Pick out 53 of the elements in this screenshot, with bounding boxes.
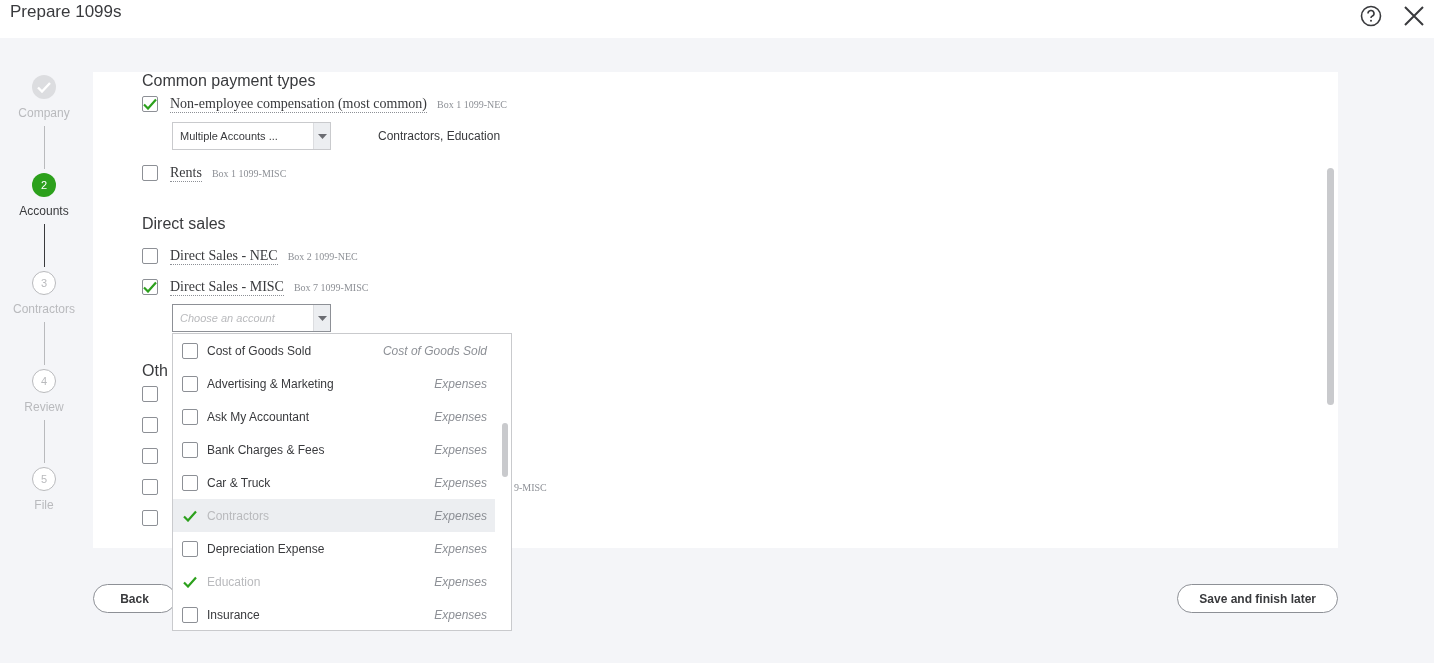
box-label: Box 2 1099-NEC — [287, 250, 358, 262]
checkbox[interactable] — [142, 248, 158, 264]
caret-icon[interactable] — [313, 123, 330, 149]
section-heading: Direct sales — [142, 215, 227, 234]
caret-icon[interactable] — [313, 305, 330, 331]
account-option[interactable]: Car & Truck Expenses — [173, 466, 495, 499]
box-label: Box 7 1099-MISC — [293, 281, 369, 293]
save-button[interactable]: Save and finish later — [1177, 584, 1338, 613]
checkbox[interactable] — [182, 342, 198, 359]
account-option[interactable]: Advertising & Marketing Expenses — [173, 367, 495, 400]
checkbox[interactable] — [142, 448, 158, 464]
checkbox[interactable] — [182, 441, 198, 458]
checkbox[interactable] — [182, 606, 198, 623]
account-option[interactable]: Cost of Goods Sold Cost of Goods Sold — [173, 334, 495, 367]
step-label: Contractors — [13, 302, 75, 316]
step-number: 5 — [32, 467, 56, 491]
step-label: Review — [24, 400, 64, 414]
checkbox[interactable] — [142, 479, 158, 495]
section-heading: Oth — [142, 362, 169, 381]
payment-type-label: Direct Sales - MISC — [170, 278, 284, 296]
checkbox[interactable] — [142, 510, 158, 526]
checkbox[interactable] — [142, 386, 158, 402]
step-number: 4 — [32, 369, 56, 393]
checkbox[interactable] — [182, 474, 198, 491]
account-option[interactable]: Insurance Expenses — [173, 598, 495, 631]
account-option[interactable]: Depreciation Expense Expenses — [173, 532, 495, 565]
scrollbar-thumb[interactable] — [1327, 168, 1334, 405]
selected-accounts-text: Contractors, Education — [378, 129, 501, 143]
payment-type-label: Direct Sales - NEC — [170, 247, 278, 265]
step-number: 2 — [32, 173, 56, 197]
step-label: Accounts — [19, 204, 69, 218]
step-number: 3 — [32, 271, 56, 295]
section-heading: Common payment types — [142, 72, 317, 91]
account-option[interactable]: Bank Charges & Fees Expenses — [173, 433, 495, 466]
help-icon[interactable] — [1360, 5, 1382, 27]
close-icon[interactable] — [1404, 6, 1424, 26]
checkbox[interactable] — [182, 375, 198, 392]
account-dropdown[interactable]: Multiple Accounts ... — [172, 122, 331, 150]
checkbox[interactable] — [182, 540, 198, 557]
step-label: Company — [18, 106, 70, 120]
checkbox[interactable] — [182, 408, 198, 425]
payment-type-label: Rents — [170, 164, 202, 182]
step-label: File — [34, 498, 54, 512]
box-label: 9-MISC — [514, 481, 547, 493]
account-dropdown[interactable]: Choose an account — [172, 304, 331, 332]
box-label: Box 1 1099-NEC — [437, 98, 507, 110]
window-title: Prepare 1099s — [10, 2, 123, 22]
checkbox[interactable] — [142, 417, 158, 433]
account-option[interactable]: Ask My Accountant Expenses — [173, 400, 495, 433]
checkbox[interactable] — [142, 165, 158, 181]
payment-type-label: Non-employee compensation (most common) — [170, 95, 427, 113]
box-label: Box 1 1099-MISC — [211, 167, 287, 179]
scrollbar-thumb[interactable] — [502, 423, 508, 477]
